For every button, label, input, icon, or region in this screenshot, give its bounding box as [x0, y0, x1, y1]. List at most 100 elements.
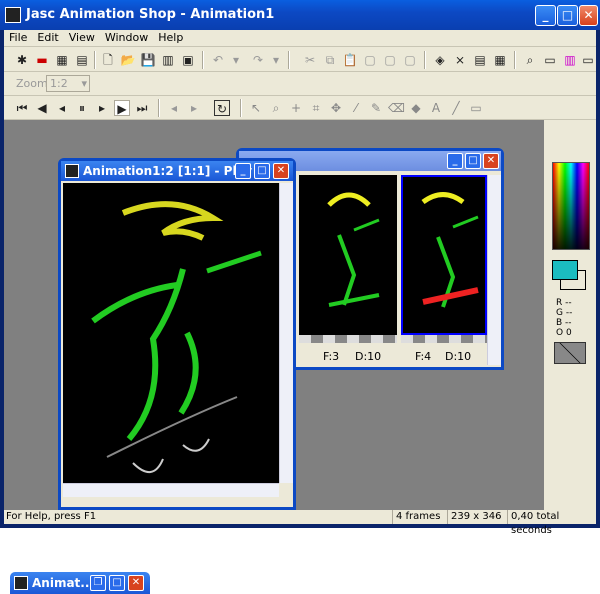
- status-help: For Help, press F1: [6, 511, 97, 522]
- frame-4-thumbnail[interactable]: [401, 175, 487, 335]
- copy-icon[interactable]: ⧉: [322, 52, 338, 68]
- zoom-toolbar: Zoom: 1:2 ▾: [4, 72, 596, 96]
- last-frame-icon[interactable]: ⏭: [134, 100, 150, 116]
- line-tool-icon[interactable]: ╱: [448, 100, 464, 116]
- client-area: File Edit View Window Help ✱ ▬ ▦ ▤ 🗋 📂 💾 ▥ ▣…: [4, 30, 596, 594]
- minimize-button[interactable]: _: [535, 5, 556, 26]
- open-icon[interactable]: 📂: [120, 52, 136, 68]
- menu-edit[interactable]: Edit: [32, 30, 63, 46]
- cut-icon[interactable]: ✂: [302, 52, 318, 68]
- text-tool-icon[interactable]: A: [428, 100, 444, 116]
- minimized-window[interactable]: Animat... ❐ □ ✕: [10, 572, 150, 594]
- browse-icon[interactable]: ▣: [180, 52, 196, 68]
- menu-window[interactable]: Window: [100, 30, 153, 46]
- previous-frame-icon[interactable]: ◀: [34, 100, 50, 116]
- undo-icon[interactable]: ↶: [210, 52, 226, 68]
- app-icon[interactable]: [5, 7, 21, 23]
- control-bar-icon[interactable]: ▭: [580, 52, 596, 68]
- play-maximize-button[interactable]: □: [254, 163, 270, 179]
- paste-before-icon[interactable]: ▢: [362, 52, 378, 68]
- step-forward-icon[interactable]: ▸: [94, 100, 110, 116]
- menu-view[interactable]: View: [64, 30, 100, 46]
- skater-frame-4: [421, 192, 479, 308]
- vcr-toolbar: ⏮ ◀ ◂ ⏸ ▸ ▶ ⏭ ◂ ▸ ↻ ↖ ⌕ + ⌗ ✥ ⁄ ✎ ⌫ ◆ A …: [4, 96, 596, 120]
- pause-icon[interactable]: ⏸: [74, 100, 90, 116]
- frame-properties-icon[interactable]: ▤: [472, 52, 488, 68]
- animation-wizard-icon[interactable]: ✱: [14, 52, 30, 68]
- play-icon[interactable]: ▶: [114, 100, 130, 116]
- prev-nav-icon[interactable]: ◂: [166, 100, 182, 116]
- status-bar: For Help, press F1 4 frames 239 x 346 0,…: [4, 510, 596, 536]
- insert-frames-icon[interactable]: ◈: [432, 52, 448, 68]
- chevron-down-icon: ▾: [81, 77, 87, 90]
- save-icon[interactable]: 💾: [140, 52, 156, 68]
- maximize-button[interactable]: □: [557, 5, 578, 26]
- crop-tool-icon[interactable]: ⌗: [308, 100, 324, 116]
- crop-icon[interactable]: ▦: [492, 52, 508, 68]
- menu-bar: File Edit View Window Help: [4, 30, 596, 47]
- minimized-maximize-button[interactable]: □: [109, 575, 125, 591]
- rectangle-tool-icon[interactable]: ▭: [468, 100, 484, 116]
- frame-3-thumbnail[interactable]: [299, 175, 397, 335]
- foreground-color-swatch[interactable]: [552, 260, 578, 280]
- play-minimize-button[interactable]: _: [235, 163, 251, 179]
- status-size: 239 x 346: [447, 510, 507, 524]
- frame-3-strip: [299, 335, 397, 343]
- mover-icon[interactable]: ✥: [328, 100, 344, 116]
- redo-icon[interactable]: ↷: [250, 52, 266, 68]
- zoom-icon[interactable]: ⌕: [268, 100, 284, 116]
- frame-3-label: F:3: [323, 350, 340, 363]
- save-frames-icon[interactable]: ▥: [160, 52, 176, 68]
- optimization-wizard-icon[interactable]: ▤: [74, 52, 90, 68]
- flood-fill-icon[interactable]: ◆: [408, 100, 424, 116]
- redo-dropdown-icon[interactable]: ▾: [268, 52, 284, 68]
- frames-close-button[interactable]: ✕: [483, 153, 499, 169]
- new-icon[interactable]: 🗋: [100, 52, 116, 68]
- arrow-tool-icon[interactable]: ↖: [248, 100, 264, 116]
- toolbar-toggle-icon[interactable]: ▭: [542, 52, 558, 68]
- status-time: 0,40 total seconds: [507, 510, 596, 536]
- paste-icon[interactable]: 📋: [342, 52, 358, 68]
- banner-wizard-icon[interactable]: ▬: [34, 52, 50, 68]
- delete-frames-icon[interactable]: ⨯: [452, 52, 468, 68]
- paste-into-icon[interactable]: ▢: [402, 52, 418, 68]
- step-back-icon[interactable]: ◂: [54, 100, 70, 116]
- minimized-close-button[interactable]: ✕: [128, 575, 144, 591]
- paste-after-icon[interactable]: ▢: [382, 52, 398, 68]
- play-vertical-scrollbar[interactable]: [279, 183, 293, 483]
- skater-frame-3: [327, 192, 380, 307]
- color-readout: R -- G -- B -- O 0: [556, 298, 572, 338]
- play-close-button[interactable]: ✕: [273, 163, 289, 179]
- refresh-icon[interactable]: ↻: [214, 100, 230, 116]
- close-button[interactable]: ✕: [579, 5, 598, 26]
- dropper-icon[interactable]: ⁄: [348, 100, 364, 116]
- zoom-tool-icon[interactable]: ⌕: [522, 52, 538, 68]
- image-wizard-icon[interactable]: ▦: [54, 52, 70, 68]
- minimized-restore-button[interactable]: ❐: [90, 575, 106, 591]
- transparent-swatch-icon[interactable]: [554, 342, 586, 364]
- color-picker[interactable]: [552, 162, 590, 250]
- opacity-value: O 0: [556, 328, 572, 338]
- frame-4-strip: [401, 335, 487, 343]
- frames-minimize-button[interactable]: _: [447, 153, 463, 169]
- play-canvas[interactable]: [63, 183, 279, 483]
- first-frame-icon[interactable]: ⏮: [14, 100, 30, 116]
- frame-3-delay: D:10: [355, 350, 382, 363]
- color-palette-icon[interactable]: ▥: [562, 52, 578, 68]
- green-value: G --: [556, 308, 573, 318]
- undo-dropdown-icon[interactable]: ▾: [228, 52, 244, 68]
- paintbrush-icon[interactable]: ✎: [368, 100, 384, 116]
- menu-help[interactable]: Help: [153, 30, 188, 46]
- zoom-select[interactable]: 1:2 ▾: [46, 75, 90, 92]
- menu-file[interactable]: File: [4, 30, 32, 46]
- crosshair-icon[interactable]: +: [288, 100, 304, 116]
- frames-vertical-scrollbar[interactable]: [487, 175, 501, 365]
- next-nav-icon[interactable]: ▸: [186, 100, 202, 116]
- eraser-icon[interactable]: ⌫: [388, 100, 405, 116]
- document-icon: [14, 576, 28, 590]
- frames-maximize-button[interactable]: □: [465, 153, 481, 169]
- title-bar[interactable]: Jasc Animation Shop - Animation1 _ □ ✕: [0, 0, 600, 30]
- play-horizontal-scrollbar[interactable]: [63, 483, 279, 497]
- play-window-titlebar[interactable]: Animation1:2 [1:1] - Play _ □ ✕: [61, 161, 293, 181]
- play-window[interactable]: Animation1:2 [1:1] - Play _ □ ✕: [58, 158, 296, 510]
